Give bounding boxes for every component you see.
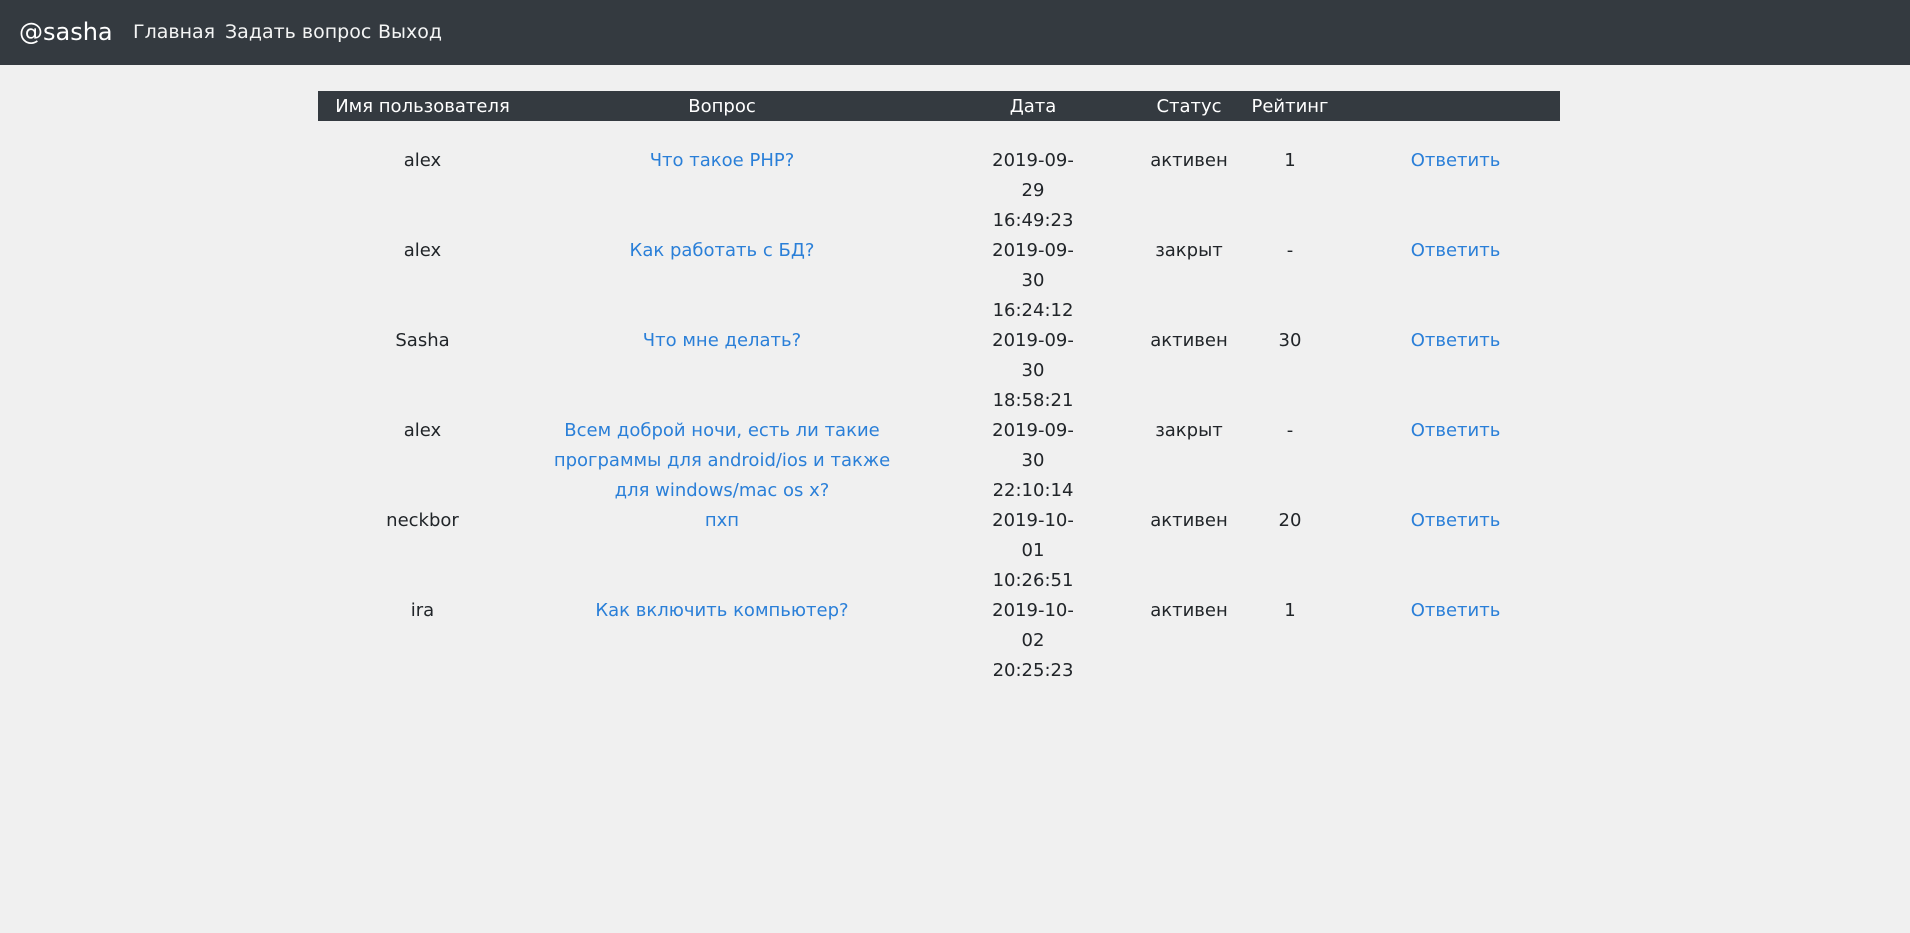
brand-link[interactable]: @sasha [19, 0, 113, 65]
cell-question: Как работать с БД? [527, 236, 917, 326]
nav-logout-link[interactable]: Выход [378, 0, 442, 65]
question-link[interactable]: Всем доброй ночи, есть ли такие программ… [554, 420, 890, 501]
cell-date: 2019-10-01 10:26:51 [992, 510, 1074, 591]
cell-status: активен [1150, 150, 1228, 171]
cell-date: 2019-09-30 22:10:14 [992, 420, 1074, 501]
header-action [1351, 91, 1560, 121]
cell-rating: 20 [1278, 510, 1302, 531]
cell-username: ira [410, 600, 435, 621]
answer-link[interactable]: Ответить [1411, 600, 1501, 621]
cell-action: Ответить [1351, 506, 1560, 596]
cell-action: Ответить [1351, 326, 1560, 416]
cell-date: 2019-09-29 16:49:23 [992, 150, 1074, 231]
question-link[interactable]: Что мне делать? [643, 330, 801, 351]
question-link[interactable]: Что такое PHP? [650, 150, 795, 171]
question-link[interactable]: Как работать с БД? [630, 240, 815, 261]
answer-link[interactable]: Ответить [1411, 510, 1501, 531]
cell-question: пхп [527, 506, 917, 596]
questions-table: Имя пользователя Вопрос Дата Статус Рейт… [318, 91, 1560, 686]
cell-rating: - [1286, 240, 1294, 261]
cell-username: alex [403, 240, 442, 261]
answer-link[interactable]: Ответить [1411, 150, 1501, 171]
question-link[interactable]: Как включить компьютер? [595, 600, 848, 621]
question-link[interactable]: пхп [705, 510, 739, 531]
header-question: Вопрос [688, 95, 756, 117]
cell-rating: 30 [1278, 330, 1302, 351]
cell-action: Ответить [1351, 236, 1560, 326]
cell-action: Ответить [1351, 596, 1560, 686]
cell-status: активен [1150, 330, 1228, 351]
header-date: Дата [1009, 95, 1057, 117]
cell-rating: 1 [1284, 600, 1296, 621]
table-header: Имя пользователя Вопрос Дата Статус Рейт… [318, 91, 1560, 121]
cell-rating: - [1286, 420, 1294, 441]
nav-home-link[interactable]: Главная [133, 0, 215, 65]
table-row: neckbor пхп 2019-10-01 10:26:51 активен … [318, 506, 1560, 596]
cell-status: активен [1150, 510, 1228, 531]
cell-username: neckbor [386, 510, 459, 531]
cell-date: 2019-10-02 20:25:23 [992, 600, 1074, 681]
navbar: @sasha Главная Задать вопрос Выход [0, 0, 1910, 65]
cell-question: Всем доброй ночи, есть ли такие программ… [527, 416, 917, 506]
header-status: Статус [1156, 95, 1222, 117]
cell-rating: 1 [1284, 150, 1296, 171]
cell-status: закрыт [1155, 240, 1223, 261]
cell-date: 2019-09-30 16:24:12 [992, 240, 1074, 321]
cell-question: Как включить компьютер? [527, 596, 917, 686]
header-rating: Рейтинг [1251, 95, 1329, 117]
cell-status: закрыт [1155, 420, 1223, 441]
table-row: Sasha Что мне делать? 2019-09-30 18:58:2… [318, 326, 1560, 416]
cell-username: alex [403, 150, 442, 171]
nav-ask-question-link[interactable]: Задать вопрос [225, 0, 371, 65]
cell-action: Ответить [1351, 416, 1560, 506]
answer-link[interactable]: Ответить [1411, 420, 1501, 441]
answer-link[interactable]: Ответить [1411, 240, 1501, 261]
cell-question: Что мне делать? [527, 326, 917, 416]
cell-question: Что такое PHP? [527, 121, 917, 236]
table-row: ira Как включить компьютер? 2019-10-02 2… [318, 596, 1560, 686]
cell-username: Sasha [395, 330, 450, 351]
table-row: alex Всем доброй ночи, есть ли такие про… [318, 416, 1560, 506]
table-row: alex Как работать с БД? 2019-09-30 16:24… [318, 236, 1560, 326]
cell-action: Ответить [1351, 121, 1560, 236]
cell-date: 2019-09-30 18:58:21 [992, 330, 1074, 411]
answer-link[interactable]: Ответить [1411, 330, 1501, 351]
questions-table-container: Имя пользователя Вопрос Дата Статус Рейт… [318, 91, 1560, 686]
cell-status: активен [1150, 600, 1228, 621]
table-body: alex Что такое PHP? 2019-09-29 16:49:23 … [318, 121, 1560, 686]
table-row: alex Что такое PHP? 2019-09-29 16:49:23 … [318, 121, 1560, 236]
header-username: Имя пользователя [335, 95, 510, 117]
cell-username: alex [403, 420, 442, 441]
